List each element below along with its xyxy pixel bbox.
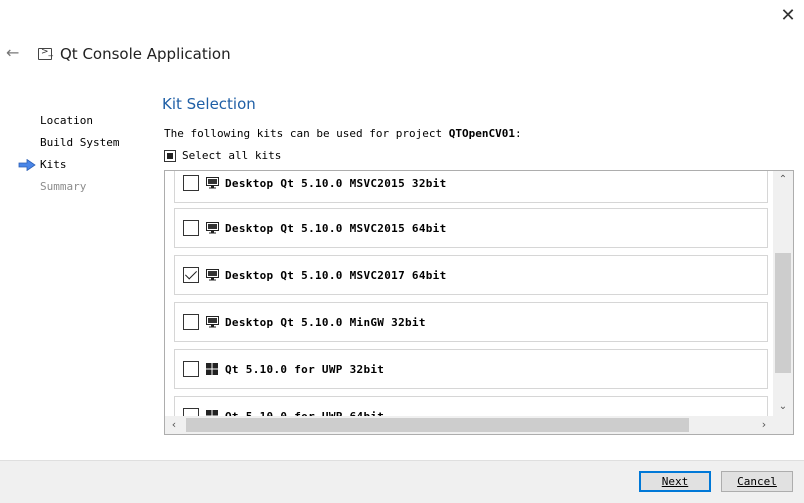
nav-step-location: Location	[40, 114, 93, 127]
vertical-scroll-thumb[interactable]	[775, 253, 791, 373]
kit-checkbox-checked[interactable]	[183, 267, 199, 283]
kit-row[interactable]: Desktop Qt 5.10.0 MinGW 32bit	[174, 302, 768, 342]
wizard-footer: Next Cancel	[0, 460, 804, 503]
kit-row[interactable]: Desktop Qt 5.10.0 MSVC2015 64bit	[174, 208, 768, 248]
kit-label: Qt 5.10.0 for UWP 32bit	[225, 362, 385, 376]
kit-row[interactable]: Desktop Qt 5.10.0 MSVC2017 64bit	[174, 255, 768, 295]
console-app-icon: >_	[38, 47, 53, 60]
nav-step-summary: Summary	[40, 180, 87, 193]
window-title-bar: >_ Qt Console Application	[38, 43, 231, 65]
kit-checkbox[interactable]	[183, 314, 199, 330]
scroll-right-arrow-icon[interactable]: ›	[755, 416, 773, 434]
page-heading: Kit Selection	[162, 95, 256, 113]
intro-prefix: The following kits can be used for proje…	[164, 127, 449, 140]
nav-step-kits-label: Kits	[40, 158, 67, 171]
kit-checkbox[interactable]	[183, 175, 199, 191]
intro-text: The following kits can be used for proje…	[164, 127, 522, 140]
cancel-button[interactable]: Cancel	[721, 471, 793, 492]
scrollbar-corner	[773, 416, 793, 434]
select-all-partial-box[interactable]	[164, 149, 176, 162]
kit-checkbox[interactable]	[183, 361, 199, 377]
cancel-button-label: Cancel	[737, 475, 777, 488]
windows-icon	[205, 362, 219, 376]
select-all-label: Select all kits	[182, 149, 282, 162]
vertical-scrollbar[interactable]: ⌃ ⌄	[773, 171, 793, 416]
scroll-left-arrow-icon[interactable]: ‹	[165, 416, 183, 434]
horizontal-scroll-thumb[interactable]	[186, 418, 689, 432]
scroll-down-arrow-icon[interactable]: ⌄	[773, 398, 793, 416]
kit-checkbox[interactable]	[183, 220, 199, 236]
kit-row[interactable]: Qt 5.10.0 for UWP 32bit	[174, 349, 768, 389]
nav-step-kits: Kits	[18, 154, 148, 176]
monitor-icon	[205, 315, 219, 329]
window-title: Qt Console Application	[60, 45, 231, 63]
wizard-steps-nav: Location Build System Kits Summary	[18, 110, 148, 198]
project-name: QTOpenCV01	[448, 127, 516, 140]
scroll-up-arrow-icon[interactable]: ⌃	[773, 171, 793, 189]
select-all-kits-checkbox[interactable]: Select all kits	[164, 149, 281, 162]
kit-label: Desktop Qt 5.10.0 MSVC2015 32bit	[225, 176, 447, 190]
nav-step-build-system: Build System	[40, 136, 120, 149]
next-button[interactable]: Next	[639, 471, 711, 492]
kit-label: Desktop Qt 5.10.0 MinGW 32bit	[225, 315, 426, 329]
intro-suffix: :	[515, 127, 522, 140]
monitor-icon	[205, 268, 219, 282]
monitor-icon	[205, 221, 219, 235]
back-button[interactable]: ←	[6, 43, 26, 63]
current-step-arrow-icon	[18, 159, 36, 171]
horizontal-scrollbar[interactable]: ‹ ›	[165, 416, 773, 434]
next-button-label: Next	[661, 475, 689, 488]
monitor-icon	[205, 176, 219, 190]
kit-row[interactable]: Desktop Qt 5.10.0 MSVC2015 32bit	[174, 171, 768, 203]
kit-label: Desktop Qt 5.10.0 MSVC2015 64bit	[225, 221, 447, 235]
kit-label: Desktop Qt 5.10.0 MSVC2017 64bit	[225, 268, 447, 282]
close-button[interactable]: ✕	[778, 6, 798, 26]
kits-list: Desktop Qt 5.10.0 MSVC2015 32bit Desktop…	[164, 170, 794, 435]
